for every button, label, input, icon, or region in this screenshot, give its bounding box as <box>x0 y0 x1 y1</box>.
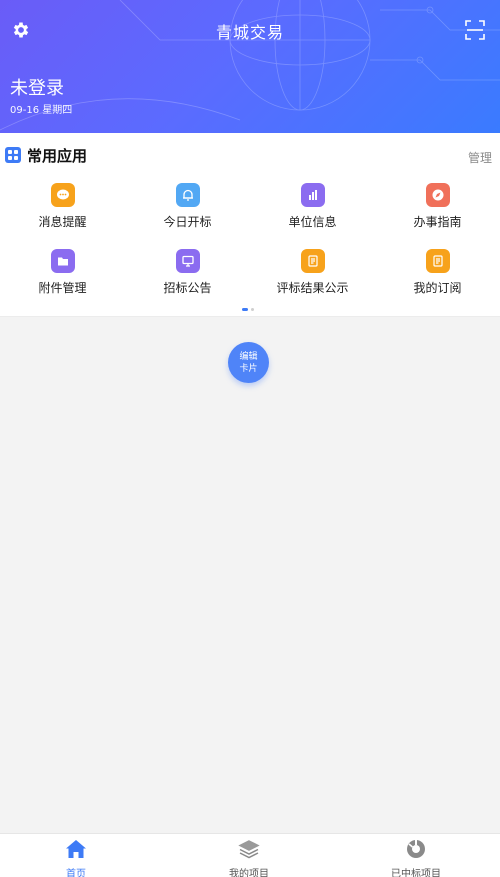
bell-icon <box>175 183 200 207</box>
bar-chart-icon <box>300 183 325 207</box>
app-today-opening[interactable]: 今日开标 <box>125 183 250 230</box>
tab-label: 我的项目 <box>229 869 269 877</box>
monitor-icon <box>175 249 200 273</box>
tab-label: 已中标项目 <box>391 869 441 877</box>
app-attachment-management[interactable]: 附件管理 <box>0 249 125 296</box>
page-dot <box>251 308 254 311</box>
scan-icon[interactable] <box>465 20 485 40</box>
apps-card: 常用应用 管理 消息提醒 今日开标 单位信息 办事指南 附件管理 招标公告 评标… <box>0 133 500 317</box>
home-icon <box>66 840 86 858</box>
tab-won-projects[interactable]: 已中标项目 <box>356 838 476 877</box>
header: 青城交易 未登录 09-16 星期四 <box>0 0 500 133</box>
app-label: 评标结果公示 <box>276 281 349 295</box>
award-icon <box>407 840 425 858</box>
app-tender-notice[interactable]: 招标公告 <box>125 249 250 296</box>
folder-icon <box>50 249 75 273</box>
app-label: 办事指南 <box>413 215 462 229</box>
tab-home[interactable]: 首页 <box>16 838 136 877</box>
edit-card-button[interactable]: 编辑 卡片 <box>228 342 269 383</box>
message-icon <box>50 183 75 207</box>
layers-icon <box>238 840 260 859</box>
compass-icon <box>425 183 450 207</box>
app-label: 单位信息 <box>288 215 337 229</box>
manage-button[interactable]: 管理 <box>468 149 492 166</box>
date-label: 09-16 星期四 <box>10 105 73 116</box>
tab-my-projects[interactable]: 我的项目 <box>189 838 309 877</box>
app-unit-info[interactable]: 单位信息 <box>250 183 375 230</box>
edit-card-label-line1: 编辑 <box>239 351 258 362</box>
app-label: 消息提醒 <box>38 215 87 229</box>
tab-label: 首页 <box>66 869 86 877</box>
app-label: 我的订阅 <box>413 281 462 295</box>
apps-card-header: 常用应用 <box>5 145 87 165</box>
apps-card-title: 常用应用 <box>27 146 88 165</box>
page-indicator <box>242 308 254 311</box>
app-title: 青城交易 <box>215 23 284 42</box>
edit-card-label-line2: 卡片 <box>239 363 258 374</box>
app-label: 今日开标 <box>163 215 212 229</box>
document-icon <box>300 249 325 273</box>
app-my-subscription[interactable]: 我的订阅 <box>375 249 500 296</box>
bottom-tab-bar: 首页 我的项目 已中标项目 <box>0 833 500 877</box>
app-evaluation-results[interactable]: 评标结果公示 <box>250 249 375 296</box>
page-dot-active <box>242 308 248 311</box>
document-icon <box>425 249 450 273</box>
apps-grid-icon <box>5 147 21 163</box>
app-service-guide[interactable]: 办事指南 <box>375 183 500 230</box>
app-label: 招标公告 <box>163 281 212 295</box>
login-status[interactable]: 未登录 <box>10 74 64 100</box>
app-message-reminder[interactable]: 消息提醒 <box>0 183 125 230</box>
app-label: 附件管理 <box>38 281 87 295</box>
